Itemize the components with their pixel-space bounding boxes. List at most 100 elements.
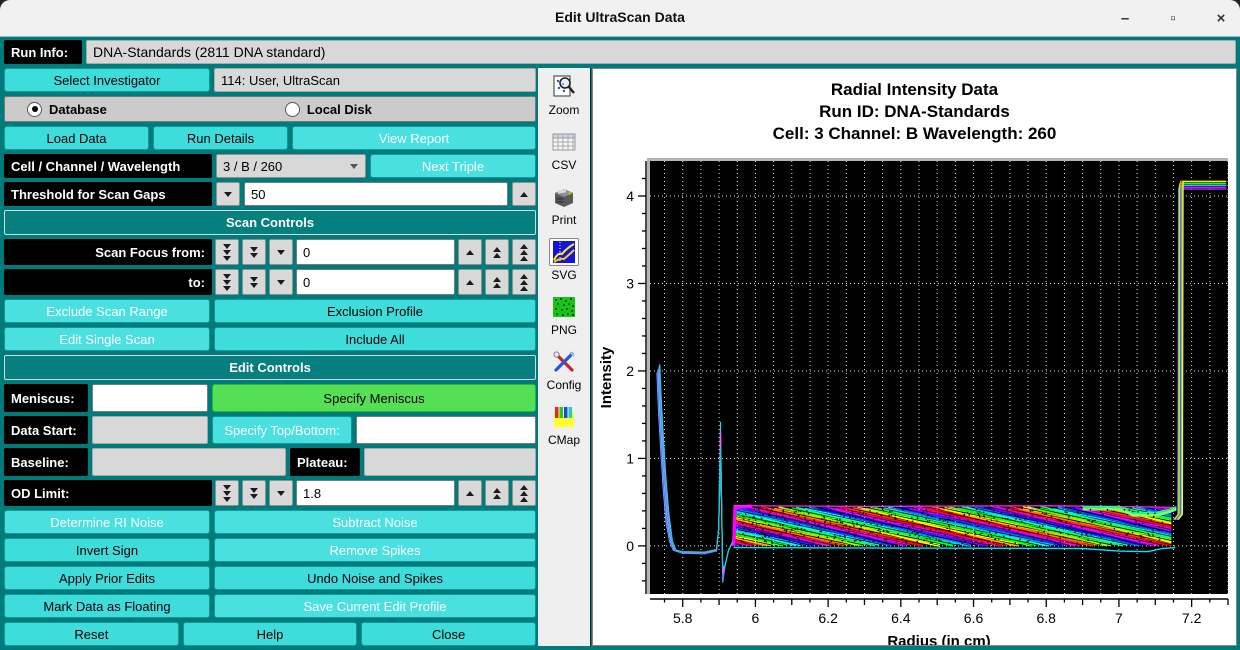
data-start-label: Data Start: — [4, 416, 88, 444]
scan-focus-from-label: Scan Focus from: — [4, 239, 212, 265]
print-icon — [549, 183, 579, 211]
focus-from-page-up-button[interactable] — [512, 239, 536, 265]
apply-prior-edits-button[interactable]: Apply Prior Edits — [4, 566, 210, 590]
chevron-down-icon — [350, 164, 358, 169]
plateau-label: Plateau: — [290, 448, 360, 476]
reset-button[interactable]: Reset — [4, 622, 179, 646]
include-all-button[interactable]: Include All — [214, 327, 536, 351]
scan-controls-header: Scan Controls — [4, 210, 536, 235]
data-start-value — [92, 416, 208, 444]
close-icon[interactable]: × — [1210, 7, 1232, 29]
od-limit-input[interactable]: 1.8 — [296, 480, 455, 506]
radio-database-label: Database — [49, 102, 107, 117]
focus-to-step-up-button[interactable] — [485, 269, 509, 295]
meniscus-label: Meniscus: — [4, 384, 88, 412]
edit-controls-header: Edit Controls — [4, 355, 536, 380]
subtract-noise-button: Subtract Noise — [214, 510, 536, 534]
focus-to-up-button[interactable] — [458, 269, 482, 295]
od-up-button[interactable] — [458, 480, 482, 506]
undo-noise-spikes-button[interactable]: Undo Noise and Spikes — [214, 566, 536, 590]
svg-text:6.8: 6.8 — [1037, 610, 1057, 626]
triple-value: 3 / B / 260 — [223, 159, 282, 174]
zoom-tool-label: Zoom — [549, 103, 580, 117]
focus-to-input[interactable]: 0 — [296, 269, 455, 295]
focus-from-down-button[interactable] — [269, 239, 293, 265]
svg-text:0: 0 — [626, 538, 634, 554]
svg-text:7.2: 7.2 — [1182, 610, 1202, 626]
svg-tool[interactable]: SVG — [549, 238, 579, 282]
od-limit-label: OD Limit: — [4, 480, 212, 506]
determine-ri-noise-button: Determine RI Noise — [4, 510, 210, 534]
exclusion-profile-button[interactable]: Exclusion Profile — [214, 299, 536, 323]
config-icon — [549, 348, 579, 376]
mark-floating-button[interactable]: Mark Data as Floating — [4, 594, 210, 618]
csv-tool-label: CSV — [552, 158, 577, 172]
meniscus-input[interactable] — [92, 384, 208, 412]
close-button[interactable]: Close — [361, 622, 536, 646]
zoom-icon — [549, 73, 579, 101]
config-tool[interactable]: Config — [547, 348, 582, 392]
svg-text:Radius (in cm): Radius (in cm) — [887, 633, 990, 645]
top-bottom-input[interactable] — [356, 416, 536, 444]
svg-text:3: 3 — [626, 275, 634, 291]
radio-local-disk-icon — [285, 102, 300, 117]
left-panel: Select Investigator 114: User, UltraScan… — [4, 68, 536, 646]
focus-from-page-down-button[interactable] — [215, 239, 239, 265]
specify-meniscus-button[interactable]: Specify Meniscus — [212, 384, 536, 412]
focus-from-up-button[interactable] — [458, 239, 482, 265]
svg-text:2: 2 — [626, 363, 634, 379]
select-investigator-button[interactable]: Select Investigator — [4, 68, 210, 92]
intensity-plot[interactable]: 5.866.26.46.66.877.201234Radius (in cm)I… — [593, 69, 1236, 645]
focus-from-step-up-button[interactable] — [485, 239, 509, 265]
focus-from-step-down-button[interactable] — [242, 239, 266, 265]
save-edit-profile-button: Save Current Edit Profile — [214, 594, 536, 618]
threshold-decrement-button[interactable] — [216, 182, 240, 206]
baseline-label: Baseline: — [4, 448, 88, 476]
zoom-tool[interactable]: Zoom — [549, 73, 580, 117]
disk-source-bar: Database Local Disk — [4, 96, 536, 122]
od-step-down-button[interactable] — [242, 480, 266, 506]
app-window: Edit UltraScan Data – ▫ × Run Info: DNA-… — [0, 0, 1240, 650]
titlebar: Edit UltraScan Data – ▫ × — [0, 0, 1240, 37]
cmap-icon — [549, 403, 579, 431]
od-step-up-button[interactable] — [485, 480, 509, 506]
focus-to-page-up-button[interactable] — [512, 269, 536, 295]
png-tool-label: PNG — [551, 323, 577, 337]
cmap-tool[interactable]: CMap — [548, 403, 580, 447]
od-page-up-button[interactable] — [512, 480, 536, 506]
run-details-button[interactable]: Run Details — [153, 126, 288, 150]
png-tool[interactable]: PNG — [549, 293, 579, 337]
csv-icon — [549, 128, 579, 156]
exclude-scan-range-button: Exclude Scan Range — [4, 299, 210, 323]
od-down-button[interactable] — [269, 480, 293, 506]
window-title: Edit UltraScan Data — [0, 9, 1240, 25]
threshold-increment-button[interactable] — [512, 182, 536, 206]
png-icon — [549, 293, 579, 321]
help-button[interactable]: Help — [183, 622, 358, 646]
threshold-input[interactable]: 50 — [244, 182, 508, 206]
radio-local-disk[interactable]: Local Disk — [285, 102, 372, 117]
minimize-icon[interactable]: – — [1114, 7, 1136, 29]
remove-spikes-button: Remove Spikes — [214, 538, 536, 562]
maximize-icon[interactable]: ▫ — [1162, 7, 1184, 29]
focus-to-down-button[interactable] — [269, 269, 293, 295]
invert-sign-button[interactable]: Invert Sign — [4, 538, 210, 562]
radio-database[interactable]: Database — [27, 102, 107, 117]
svg-text:6.4: 6.4 — [891, 610, 911, 626]
focus-from-input[interactable]: 0 — [296, 239, 455, 265]
focus-to-step-down-button[interactable] — [242, 269, 266, 295]
svg-text:6.2: 6.2 — [818, 610, 838, 626]
print-tool[interactable]: Print — [549, 183, 579, 227]
edit-single-scan-button: Edit Single Scan — [4, 327, 210, 351]
run-info-row: Run Info: DNA-Standards (2811 DNA standa… — [4, 40, 1236, 64]
investigator-value: 114: User, UltraScan — [214, 68, 536, 92]
csv-tool[interactable]: CSV — [549, 128, 579, 172]
svg-text:Intensity: Intensity — [598, 346, 615, 408]
focus-to-page-down-button[interactable] — [215, 269, 239, 295]
load-data-button[interactable]: Load Data — [4, 126, 149, 150]
radio-database-icon — [27, 102, 42, 117]
toolbar-strip: Zoom CSV Print SVG PNG — [538, 68, 591, 646]
triple-dropdown[interactable]: 3 / B / 260 — [216, 154, 366, 178]
svg-text:1: 1 — [626, 450, 634, 466]
od-page-down-button[interactable] — [215, 480, 239, 506]
